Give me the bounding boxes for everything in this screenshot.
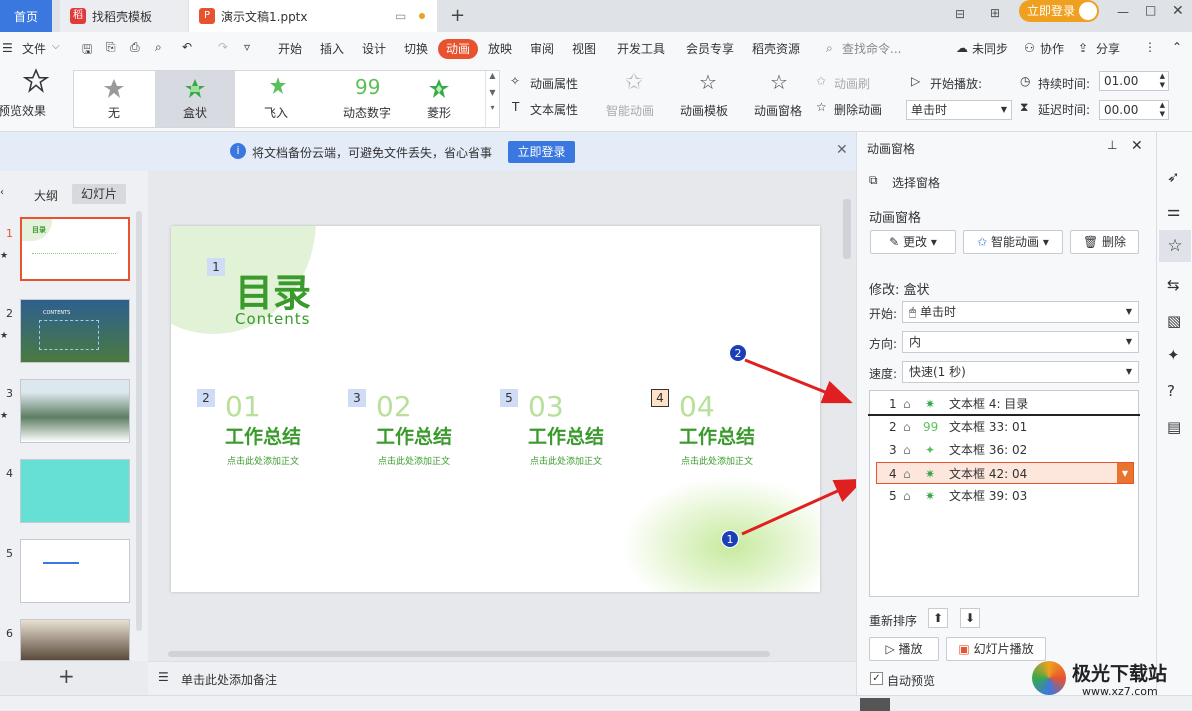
change-button[interactable]: ✎ 更改 ▾: [870, 230, 956, 254]
chevron-down-icon: ▼: [1125, 367, 1132, 376]
select-pane-link[interactable]: 选择窗格: [892, 174, 940, 191]
smart-icon: ✩: [977, 235, 991, 249]
delete-label: 删除: [1102, 235, 1127, 249]
anim-target: 文本框 4: 目录: [949, 397, 1029, 411]
speed-label: 速度:: [869, 367, 898, 381]
anim-list-item[interactable]: 2 ⌂ 99 文本框 33: 01: [871, 416, 1137, 438]
speed-value: 快速(1 秒): [909, 365, 966, 379]
slideshow-button[interactable]: ▣ 幻灯片播放: [946, 637, 1046, 661]
select-pane-icon: ⧉: [869, 173, 878, 187]
mouse-icon: ⌂: [903, 420, 911, 434]
direction-label: 方向:: [869, 337, 898, 351]
anim-list-item[interactable]: 5 ⌂ ✷ 文本框 39: 03: [871, 485, 1137, 507]
close-icon[interactable]: ✕: [1131, 138, 1143, 154]
pin-icon[interactable]: ⊥: [1107, 138, 1117, 152]
pane-header[interactable]: 动画窗格: [867, 140, 915, 157]
anim-order: 5: [889, 489, 897, 503]
start-label: 开始:: [869, 307, 898, 321]
slideshow-play-icon[interactable]: [860, 698, 890, 711]
mouse-icon: ⌂: [903, 443, 911, 457]
chevron-down-icon[interactable]: ▼: [1117, 463, 1133, 483]
play-icon: ▷: [885, 642, 899, 656]
move-up-icon[interactable]: ⬆: [928, 608, 948, 628]
slideshow-label: 幻灯片播放: [973, 642, 1034, 656]
chevron-down-icon: ▼: [1125, 337, 1132, 346]
direction-dropdown[interactable]: 内 ▼: [902, 331, 1139, 353]
annotation-marker: 2: [729, 344, 747, 362]
notes-icon: ☰: [158, 670, 169, 684]
anim-list-item[interactable]: 3 ⌂ ✦ 文本框 36: 02: [871, 439, 1137, 461]
dynamic-number-icon: 99: [923, 420, 939, 434]
notes-bar[interactable]: ☰ 单击此处添加备注: [148, 661, 856, 695]
move-down-icon[interactable]: ⬇: [960, 608, 980, 628]
modify-title: 修改: 盒状: [869, 283, 930, 298]
magic-icon[interactable]: ✦: [1167, 346, 1180, 364]
rocket-icon[interactable]: ➶: [1167, 168, 1180, 186]
right-toolstrip: ➶ ⚌ ☆ ⇆ ▧ ✦ ? ▤: [1156, 132, 1192, 695]
play-button[interactable]: ▷ 播放: [869, 637, 939, 661]
mouse-icon: 🖱: [909, 305, 921, 319]
box-anim-icon: ✷: [925, 467, 936, 481]
anim-order: 3: [889, 443, 897, 457]
play-label: 播放: [898, 642, 923, 656]
watermark-logo: [1032, 661, 1066, 695]
transition-icon[interactable]: ⇆: [1167, 276, 1180, 294]
chevron-down-icon: ▼: [1125, 307, 1132, 316]
watermark-title: 极光下载站: [1072, 663, 1168, 685]
pane-section-title: 动画窗格: [869, 211, 922, 226]
direction-value: 内: [909, 335, 922, 349]
status-bar: [0, 695, 1192, 711]
pencil-icon: ✎: [889, 235, 903, 249]
settings-sliders-icon[interactable]: ⚌: [1167, 202, 1180, 220]
anim-order: 2: [889, 420, 897, 434]
start-value: 单击时: [920, 305, 957, 319]
anim-list-item[interactable]: 1 ⌂ ✷ 文本框 4: 目录: [871, 393, 1137, 415]
anim-target: 文本框 42: 04: [949, 467, 1028, 481]
fly-in-icon: ✦: [925, 443, 936, 457]
smart-label: 智能动画: [991, 235, 1040, 249]
watermark: 极光下载站 www.xz7.com: [1032, 655, 1192, 705]
slideshow-icon: ▣: [958, 642, 974, 656]
arrow-1: [741, 478, 865, 536]
autopreview-label: 自动预览: [887, 674, 936, 688]
arrow-2: [744, 358, 853, 404]
smart-anim-dropdown[interactable]: ✩ 智能动画 ▾: [963, 230, 1063, 254]
annotation-marker: 1: [721, 530, 739, 548]
start-dropdown[interactable]: 🖱 单击时 ▼: [902, 301, 1139, 323]
speed-dropdown[interactable]: 快速(1 秒) ▼: [902, 361, 1139, 383]
anim-target: 文本框 36: 02: [949, 443, 1028, 457]
watermark-url: www.xz7.com: [1082, 685, 1158, 698]
animation-pane-toggle-icon[interactable]: ☆: [1159, 230, 1191, 262]
book-icon[interactable]: ▤: [1167, 418, 1181, 436]
box-anim-icon: ✷: [925, 489, 936, 503]
animation-list: 1 ⌂ ✷ 文本框 4: 目录 2 ⌂ 99 文本框 33: 01 3 ⌂ ✦ …: [868, 390, 1140, 597]
reorder-label: 重新排序: [869, 614, 918, 628]
trash-icon: 🗑: [1082, 235, 1103, 249]
autopreview-checkbox[interactable]: ✓: [870, 672, 883, 685]
anim-target: 文本框 39: 03: [949, 489, 1028, 503]
image-icon[interactable]: ▧: [1167, 312, 1181, 330]
anim-order: 4: [889, 467, 897, 481]
anim-target: 文本框 33: 01: [949, 420, 1028, 434]
anim-order: 1: [889, 397, 897, 411]
change-label: 更改: [903, 235, 928, 249]
help-icon[interactable]: ?: [1167, 382, 1175, 400]
mouse-icon: ⌂: [903, 467, 911, 481]
delete-button[interactable]: 🗑 删除: [1070, 230, 1139, 254]
box-anim-icon: ✷: [925, 397, 936, 411]
notes-placeholder: 单击此处添加备注: [181, 673, 278, 687]
mouse-icon: ⌂: [903, 397, 911, 411]
anim-list-item-selected[interactable]: 4 ⌂ ✷ 文本框 42: 04 ▼: [876, 462, 1134, 484]
mouse-icon: ⌂: [903, 489, 911, 503]
